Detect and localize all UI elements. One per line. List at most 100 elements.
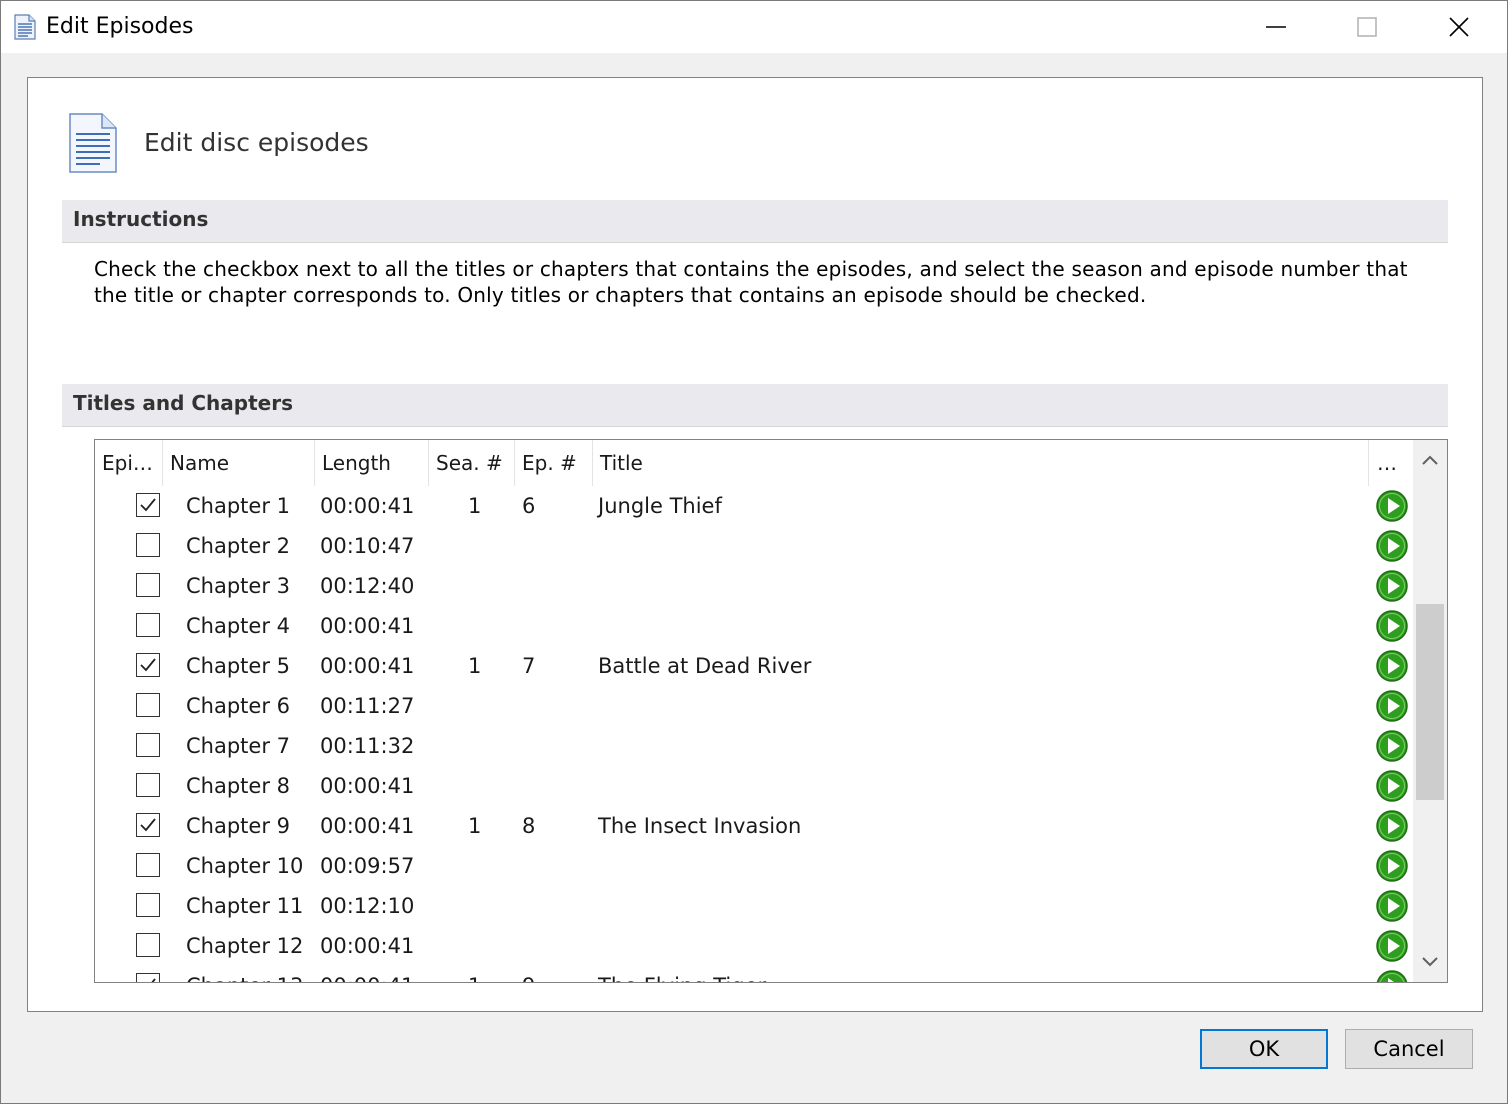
length-cell: 00:00:41 bbox=[320, 814, 415, 838]
title-cell[interactable]: Battle at Dead River bbox=[598, 646, 811, 686]
episode-checkbox[interactable] bbox=[136, 813, 160, 837]
episode-checkbox[interactable] bbox=[136, 573, 160, 597]
titles-chapters-heading: Titles and Chapters bbox=[73, 391, 293, 415]
page-title: Edit disc episodes bbox=[144, 128, 369, 157]
vertical-scrollbar[interactable] bbox=[1413, 440, 1447, 982]
column-header-more[interactable]: … bbox=[1369, 440, 1413, 486]
scroll-up-button[interactable] bbox=[1413, 440, 1447, 480]
play-icon bbox=[1376, 810, 1408, 842]
table-row[interactable]: Chapter 9 00:00:41 1 8 The Insect Invasion bbox=[95, 806, 1413, 846]
minimize-icon bbox=[1266, 26, 1286, 28]
episode-checkbox[interactable] bbox=[136, 853, 160, 877]
document-icon bbox=[69, 113, 117, 173]
maximize-icon bbox=[1357, 17, 1377, 37]
play-button[interactable] bbox=[1375, 809, 1409, 843]
ok-button[interactable]: OK bbox=[1200, 1029, 1328, 1069]
episode-checkbox[interactable] bbox=[136, 533, 160, 557]
length-cell: 00:12:40 bbox=[320, 574, 415, 598]
season-cell[interactable]: 1 bbox=[468, 486, 481, 526]
table-row[interactable]: Chapter 2 00:10:47 bbox=[95, 526, 1413, 566]
title-bar[interactable]: Edit Episodes bbox=[1, 1, 1507, 53]
table-row[interactable]: Chapter 13 00:00:41 1 9 The Flying Tiger bbox=[95, 966, 1413, 982]
title-cell[interactable]: The Insect Invasion bbox=[598, 806, 801, 846]
length-cell: 00:00:41 bbox=[320, 774, 415, 798]
content-panel: Edit disc episodes Instructions Check th… bbox=[27, 77, 1483, 1012]
column-header-name[interactable]: Name bbox=[163, 440, 315, 486]
play-button[interactable] bbox=[1375, 489, 1409, 523]
column-header-episode-number[interactable]: Ep. # bbox=[515, 440, 593, 486]
play-button[interactable] bbox=[1375, 569, 1409, 603]
title-cell[interactable]: Jungle Thief bbox=[598, 486, 722, 526]
checkmark-icon bbox=[140, 498, 156, 512]
window-title: Edit Episodes bbox=[46, 14, 194, 39]
play-button[interactable] bbox=[1375, 649, 1409, 683]
episode-checkbox[interactable] bbox=[136, 973, 160, 982]
scroll-down-button[interactable] bbox=[1413, 942, 1447, 982]
play-button[interactable] bbox=[1375, 729, 1409, 763]
table-row[interactable]: Chapter 1 00:00:41 1 6 Jungle Thief bbox=[95, 486, 1413, 526]
episode-checkbox[interactable] bbox=[136, 693, 160, 717]
table-row[interactable]: Chapter 10 00:09:57 bbox=[95, 846, 1413, 886]
instructions-header: Instructions bbox=[62, 200, 1448, 243]
play-icon bbox=[1376, 850, 1408, 882]
episode-checkbox[interactable] bbox=[136, 933, 160, 957]
chevron-up-icon bbox=[1422, 455, 1438, 465]
play-button[interactable] bbox=[1375, 849, 1409, 883]
titles-chapters-list[interactable]: Epi… Name Length Sea. # Ep. # Title … Ch… bbox=[94, 439, 1448, 983]
table-row[interactable]: Chapter 7 00:11:32 bbox=[95, 726, 1413, 766]
name-cell: Chapter 6 bbox=[186, 694, 290, 718]
close-icon bbox=[1449, 17, 1469, 37]
column-header-length[interactable]: Length bbox=[315, 440, 429, 486]
length-cell: 00:10:47 bbox=[320, 534, 415, 558]
close-button[interactable] bbox=[1413, 1, 1505, 53]
episode-checkbox[interactable] bbox=[136, 733, 160, 757]
checkmark-icon bbox=[140, 818, 156, 832]
column-header-title[interactable]: Title bbox=[593, 440, 1369, 486]
column-header-episode[interactable]: Epi… bbox=[95, 440, 163, 486]
table-row[interactable]: Chapter 12 00:00:41 bbox=[95, 926, 1413, 966]
episode-number-cell[interactable]: 8 bbox=[522, 806, 535, 846]
episode-number-cell[interactable]: 6 bbox=[522, 486, 535, 526]
play-button[interactable] bbox=[1375, 769, 1409, 803]
episode-checkbox[interactable] bbox=[136, 653, 160, 677]
play-button[interactable] bbox=[1375, 689, 1409, 723]
maximize-button[interactable] bbox=[1321, 1, 1413, 53]
episode-checkbox[interactable] bbox=[136, 493, 160, 517]
minimize-button[interactable] bbox=[1230, 1, 1322, 53]
table-row[interactable]: Chapter 5 00:00:41 1 7 Battle at Dead River bbox=[95, 646, 1413, 686]
season-cell[interactable]: 1 bbox=[468, 966, 481, 982]
instructions-text: Check the checkbox next to all the title… bbox=[94, 256, 1414, 308]
name-cell: Chapter 4 bbox=[186, 614, 290, 638]
play-button[interactable] bbox=[1375, 529, 1409, 563]
length-cell: 00:11:27 bbox=[320, 694, 415, 718]
chevron-down-icon bbox=[1422, 957, 1438, 967]
length-cell: 00:12:10 bbox=[320, 894, 415, 918]
season-cell[interactable]: 1 bbox=[468, 806, 481, 846]
name-cell: Chapter 11 bbox=[186, 894, 304, 918]
episode-checkbox[interactable] bbox=[136, 613, 160, 637]
play-icon bbox=[1376, 930, 1408, 962]
title-cell[interactable]: The Flying Tiger bbox=[598, 966, 766, 982]
length-cell: 00:00:41 bbox=[320, 494, 415, 518]
play-button[interactable] bbox=[1375, 889, 1409, 923]
episode-number-cell[interactable]: 9 bbox=[522, 966, 535, 982]
cancel-button[interactable]: Cancel bbox=[1345, 1029, 1473, 1069]
play-button[interactable] bbox=[1375, 929, 1409, 963]
play-button[interactable] bbox=[1375, 609, 1409, 643]
episode-checkbox[interactable] bbox=[136, 773, 160, 797]
table-row[interactable]: Chapter 4 00:00:41 bbox=[95, 606, 1413, 646]
play-button[interactable] bbox=[1375, 969, 1409, 982]
episode-checkbox[interactable] bbox=[136, 893, 160, 917]
column-header-season[interactable]: Sea. # bbox=[429, 440, 515, 486]
table-row[interactable]: Chapter 6 00:11:27 bbox=[95, 686, 1413, 726]
titles-chapters-header: Titles and Chapters bbox=[62, 384, 1448, 427]
table-row[interactable]: Chapter 3 00:12:40 bbox=[95, 566, 1413, 606]
table-row[interactable]: Chapter 11 00:12:10 bbox=[95, 886, 1413, 926]
scrollbar-thumb[interactable] bbox=[1416, 604, 1444, 800]
play-icon bbox=[1376, 970, 1408, 982]
length-cell: 00:09:57 bbox=[320, 854, 415, 878]
name-cell: Chapter 12 bbox=[186, 934, 304, 958]
season-cell[interactable]: 1 bbox=[468, 646, 481, 686]
table-row[interactable]: Chapter 8 00:00:41 bbox=[95, 766, 1413, 806]
episode-number-cell[interactable]: 7 bbox=[522, 646, 535, 686]
